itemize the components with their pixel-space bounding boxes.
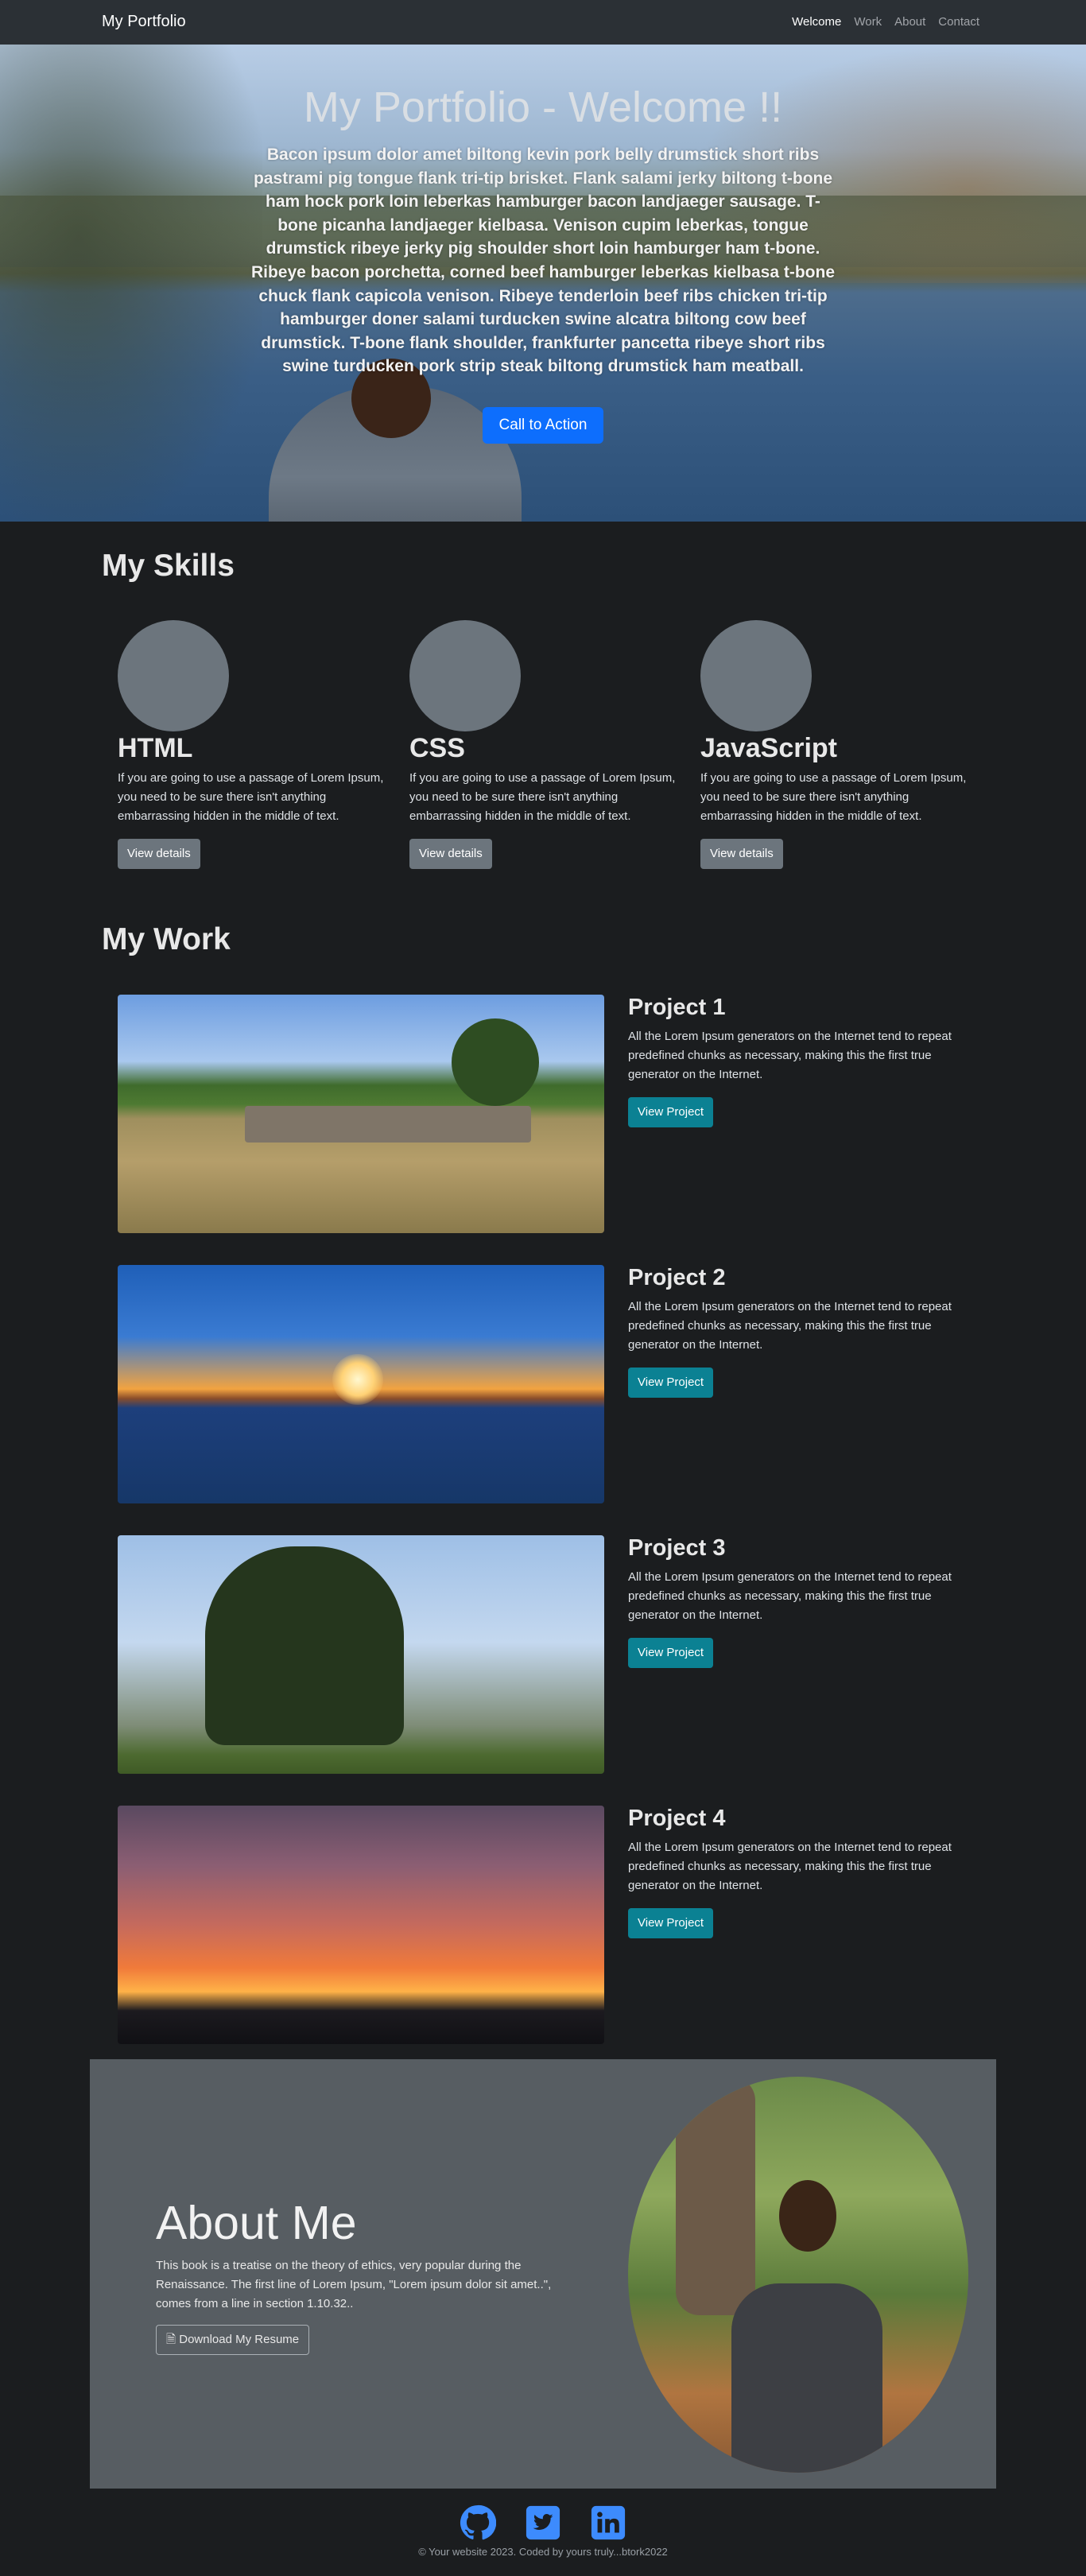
download-resume-label: Download My Resume	[179, 2333, 300, 2346]
body-shape	[731, 2283, 882, 2473]
project-image-cedar-tree	[118, 1535, 604, 1774]
skill-name: CSS	[409, 733, 465, 763]
view-project-button[interactable]: View Project	[628, 1638, 714, 1668]
skill-description: If you are going to use a passage of Lor…	[118, 771, 384, 823]
project-card-1: Project 1 All the Lorem Ipsum generators…	[118, 995, 968, 1233]
cedar-shape	[205, 1546, 404, 1745]
ruin-shape	[245, 1106, 531, 1143]
navbar: My Portfolio Welcome Work About Contact	[0, 0, 1086, 45]
nav-link-work[interactable]: Work	[854, 15, 882, 29]
nav-link-contact[interactable]: Contact	[938, 15, 979, 29]
project-card-4: Project 4 All the Lorem Ipsum generators…	[118, 1806, 968, 2044]
project-card-3: Project 3 All the Lorem Ipsum generators…	[118, 1535, 968, 1774]
skill-card-css: CSS If you are going to use a passage of…	[409, 620, 688, 869]
twitter-icon[interactable]	[525, 2504, 561, 2541]
view-details-button[interactable]: View details	[700, 839, 783, 869]
project-title: Project 2	[628, 1265, 726, 1290]
linkedin-icon[interactable]	[590, 2504, 626, 2541]
skill-name: JavaScript	[700, 733, 837, 763]
work-title: My Work	[102, 922, 231, 956]
copyright-text: © Your website 2023. Coded by yours trul…	[418, 2546, 668, 2558]
project-card-2: Project 2 All the Lorem Ipsum generators…	[118, 1265, 968, 1503]
download-resume-button[interactable]: 🗎 Download My Resume	[156, 2325, 310, 2355]
project-description: All the Lorem Ipsum generators on the In…	[628, 1841, 952, 1892]
trunk-shape	[676, 2077, 755, 2315]
about-text: This book is a treatise on the theory of…	[156, 2259, 552, 2310]
hero-text: Bacon ipsum dolor amet biltong kevin por…	[250, 145, 836, 376]
view-project-button[interactable]: View Project	[628, 1097, 714, 1127]
hero-title: My Portfolio - Welcome !!	[303, 83, 783, 131]
social-links	[0, 2504, 1086, 2541]
view-project-button[interactable]: View Project	[628, 1368, 714, 1398]
skill-image-placeholder	[409, 620, 521, 731]
skill-card-html: HTML If you are going to use a passage o…	[118, 620, 396, 869]
nav-link-about[interactable]: About	[894, 15, 925, 29]
skill-image-placeholder	[118, 620, 229, 731]
project-info: Project 2 All the Lorem Ipsum generators…	[628, 1265, 968, 1398]
brand-link[interactable]: My Portfolio	[102, 13, 186, 31]
skill-description: If you are going to use a passage of Lor…	[409, 771, 676, 823]
project-image-park-ruins	[118, 995, 604, 1233]
nav-link-welcome[interactable]: Welcome	[792, 15, 841, 29]
view-details-button[interactable]: View details	[118, 839, 200, 869]
project-info: Project 3 All the Lorem Ipsum generators…	[628, 1535, 968, 1668]
tree-shape	[452, 1018, 539, 1106]
call-to-action-button[interactable]: Call to Action	[483, 407, 603, 444]
face-shape	[779, 2180, 836, 2252]
project-image-red-sunset	[118, 1806, 604, 2044]
project-info: Project 1 All the Lorem Ipsum generators…	[628, 995, 968, 1127]
project-description: All the Lorem Ipsum generators on the In…	[628, 1030, 952, 1081]
skill-name: HTML	[118, 733, 193, 763]
project-info: Project 4 All the Lorem Ipsum generators…	[628, 1806, 968, 1938]
view-project-button[interactable]: View Project	[628, 1908, 714, 1938]
project-title: Project 4	[628, 1806, 726, 1831]
skill-image-placeholder	[700, 620, 812, 731]
project-image-sunset-sea	[118, 1265, 604, 1503]
skill-description: If you are going to use a passage of Lor…	[700, 771, 967, 823]
skills-title: My Skills	[102, 549, 235, 583]
file-icon: 🗎	[166, 2333, 176, 2346]
project-title: Project 3	[628, 1535, 726, 1561]
project-description: All the Lorem Ipsum generators on the In…	[628, 1570, 952, 1622]
hero-section: My Portfolio - Welcome !! Bacon ipsum do…	[0, 45, 1086, 522]
nav-links: Welcome Work About Contact	[792, 15, 979, 29]
sun-shape	[332, 1354, 383, 1405]
project-title: Project 1	[628, 995, 726, 1020]
view-details-button[interactable]: View details	[409, 839, 492, 869]
about-section: About Me This book is a treatise on the …	[90, 2059, 996, 2489]
github-icon[interactable]	[460, 2504, 496, 2541]
project-description: All the Lorem Ipsum generators on the In…	[628, 1300, 952, 1352]
about-portrait-image	[628, 2077, 968, 2473]
skill-card-javascript: JavaScript If you are going to use a pas…	[700, 620, 979, 869]
about-title: About Me	[156, 2197, 357, 2249]
